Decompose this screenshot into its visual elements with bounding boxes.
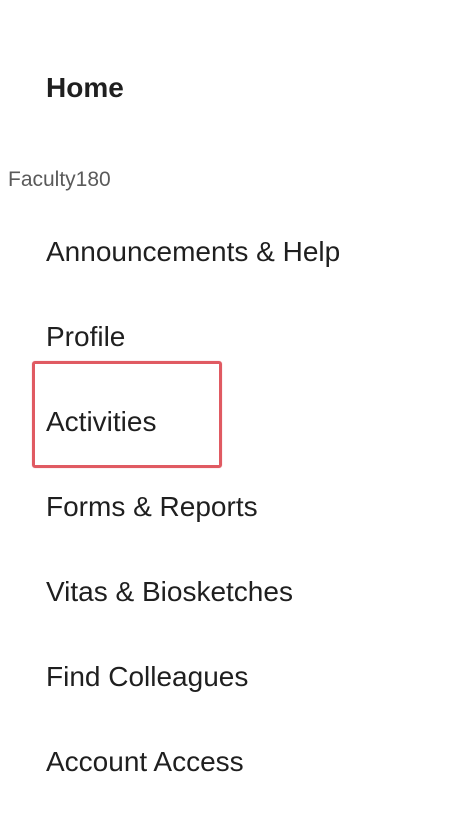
nav-item-label: Activities bbox=[46, 406, 157, 437]
nav-item-activities[interactable]: Activities bbox=[46, 396, 340, 481]
nav-item-find-colleagues[interactable]: Find Colleagues bbox=[46, 651, 340, 736]
nav-item-forms-reports[interactable]: Forms & Reports bbox=[46, 481, 340, 566]
navigation-panel: Home Faculty180 Announcements & Help Pro… bbox=[0, 0, 446, 780]
nav-item-label: Vitas & Biosketches bbox=[46, 576, 293, 607]
nav-item-label: Forms & Reports bbox=[46, 491, 258, 522]
nav-item-label: Account Access bbox=[46, 746, 244, 777]
nav-item-profile[interactable]: Profile bbox=[46, 311, 340, 396]
nav-item-home[interactable]: Home bbox=[46, 72, 124, 104]
nav-item-label: Announcements & Help bbox=[46, 236, 341, 267]
nav-item-announcements-help[interactable]: Announcements & Help bbox=[46, 226, 340, 311]
nav-item-account-access[interactable]: Account Access bbox=[46, 736, 340, 821]
nav-item-label: Profile bbox=[46, 321, 126, 352]
nav-item-vitas-biosketches[interactable]: Vitas & Biosketches bbox=[46, 566, 340, 651]
section-label-faculty180: Faculty180 bbox=[8, 168, 111, 191]
nav-list: Announcements & Help Profile Activities … bbox=[46, 226, 340, 821]
nav-item-label: Find Colleagues bbox=[46, 661, 249, 692]
